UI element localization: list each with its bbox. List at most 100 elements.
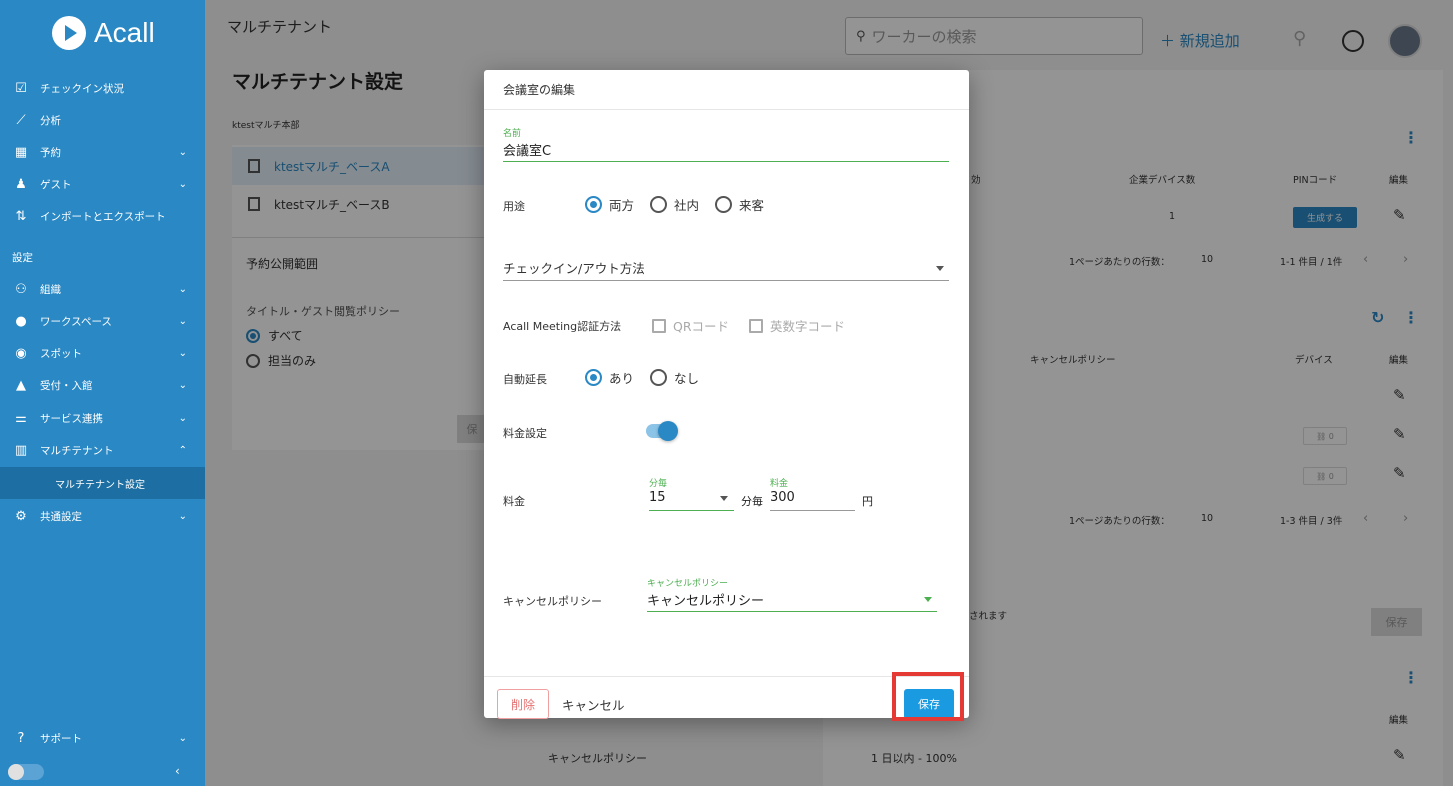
radio-icon [715,196,732,213]
chevron-down-icon: ⌄ [178,732,187,744]
acall-logo[interactable]: Acall [52,16,155,50]
cancel-policy-row-label: キャンセルポリシー [503,595,602,608]
sidebar-item-label: 受付・入館 [40,379,93,392]
sidebar-item-label: ワークスペース [40,315,112,328]
save-button-highlight [892,672,964,721]
checkbox-label: QRコード [673,319,730,334]
auto-extend-radio-no[interactable]: なし [650,368,699,387]
name-input-underline [503,161,949,162]
chevron-down-icon: ⌄ [178,315,187,327]
radio-label: 社内 [674,198,700,213]
sidebar-item-guest[interactable]: ♟ ゲスト ⌄ [0,169,205,199]
checkbox-icon: ☑ [15,80,27,96]
auth-checkbox-qr[interactable]: QRコード [652,316,729,335]
sidebar-item-label: サービス連携 [40,412,103,425]
sidebar-item-common-settings[interactable]: ⚙ 共通設定 ⌄ [0,501,205,531]
checkbox-icon [652,318,666,333]
dropdown-caret-icon [720,496,728,501]
sidebar-item-label: チェックイン状況 [40,82,124,95]
dialog-title: 会議室の編集 [484,70,969,110]
radio-icon [650,196,667,213]
people-icon: ⚇ [15,281,27,297]
checkin-method-select[interactable]: チェックイン/アウト方法 [503,258,645,277]
usage-radio-both[interactable]: 両方 [585,195,634,214]
spot-icon: ◉ [15,345,27,361]
per-minute-suffix: 分毎 [741,495,763,508]
chevron-up-icon: ⌃ [178,444,187,456]
gears-icon: ⚙ [15,508,27,524]
sidebar-item-label: マルチテナント [40,444,114,457]
calendar-icon: ▦ [14,144,28,160]
play-logo-icon [52,16,86,50]
name-field-label: 名前 [503,129,522,139]
cancel-policy-underline [647,611,937,612]
radio-label: なし [674,371,700,386]
radio-selected-icon [585,196,602,213]
name-input[interactable]: 会議室C [503,140,551,159]
fee-setting-toggle[interactable] [646,421,678,441]
sidebar: Acall ☑ チェックイン状況 ⟋ 分析 ▦ 予約 ⌄ ♟ ゲスト ⌄ ⇅ インポートとエク… [0,0,205,786]
sidebar-item-label: 予約 [40,146,61,159]
per-minute-underline [649,510,734,511]
auth-method-label: Acall Meeting認証方法 [503,320,622,333]
per-minute-select[interactable]: 15 [649,490,666,505]
sidebar-item-import-export[interactable]: ⇅ インポートとエクスポート [0,201,205,231]
dropdown-caret-icon [936,266,944,271]
sidebar-item-reception[interactable]: ▲ 受付・入館 ⌄ [0,370,205,400]
sidebar-item-multitenant[interactable]: ▥ マルチテナント ⌃ [0,435,205,465]
usage-radio-internal[interactable]: 社内 [650,195,699,214]
cancel-policy-select[interactable]: キャンセルポリシー [647,590,764,609]
chevron-down-icon: ⌄ [178,283,187,295]
sidebar-subitem-multitenant-settings[interactable]: マルチテナント設定 [0,467,205,499]
radio-icon [650,369,667,386]
chevron-down-icon: ⌄ [178,379,187,391]
radio-label: あり [609,371,635,386]
logo-text: Acall [94,17,155,48]
sidebar-item-analysis[interactable]: ⟋ 分析 [0,105,205,135]
help-icon: ? [17,730,25,746]
sidebar-item-reservation[interactable]: ▦ 予約 ⌄ [0,137,205,167]
sidebar-item-label: 組織 [40,283,61,296]
settings-section-label: 設定 [12,252,33,264]
usage-radio-visitor[interactable]: 来客 [715,195,764,214]
fee-small-label: 料金 [770,479,789,489]
checkbox-label: 英数字コード [770,319,846,334]
chevron-down-icon: ⌄ [178,178,187,190]
collapse-sidebar-icon[interactable]: ‹ [175,764,180,778]
auto-extend-radio-yes[interactable]: あり [585,368,634,387]
import-export-icon: ⇅ [15,208,27,224]
dropdown-caret-icon [924,597,932,602]
fee-label: 料金 [503,495,525,508]
yen-suffix: 円 [862,495,873,508]
guest-icon: ♟ [15,176,27,192]
toggle-knob [658,421,678,441]
chevron-down-icon: ⌄ [178,412,187,424]
auto-extend-label: 自動延長 [503,373,547,386]
sidebar-item-label: インポートとエクスポート [40,210,166,223]
chevron-down-icon: ⌄ [178,347,187,359]
sidebar-item-checkin-status[interactable]: ☑ チェックイン状況 [0,73,205,103]
sidebar-item-organization[interactable]: ⚇ 組織 ⌄ [0,274,205,304]
sidebar-item-support[interactable]: ? サポート ⌄ [0,723,205,753]
theme-toggle[interactable] [8,764,44,780]
fee-input-underline [770,510,855,511]
chart-icon: ⟋ [16,112,26,128]
checkin-method-underline [503,280,949,281]
fee-setting-label: 料金設定 [503,427,547,440]
chevron-down-icon: ⌄ [178,510,187,522]
cancel-button[interactable]: キャンセル [562,695,625,714]
fee-input[interactable]: 300 [770,490,795,505]
sidebar-item-integration[interactable]: ⚌ サービス連携 ⌄ [0,403,205,433]
sidebar-item-label: スポット [40,347,82,360]
chevron-down-icon: ⌄ [178,146,187,158]
sidebar-item-workspace[interactable]: ● ワークスペース ⌄ [0,306,205,336]
building-icon: ▥ [14,442,28,458]
checkbox-icon [749,318,763,333]
sidebar-item-spot[interactable]: ◉ スポット ⌄ [0,338,205,368]
usage-label: 用途 [503,200,525,213]
radio-selected-icon [585,369,602,386]
auth-checkbox-alnum[interactable]: 英数字コード [749,316,845,335]
sidebar-item-label: 共通設定 [40,510,82,523]
location-icon: ● [15,313,27,329]
delete-button[interactable]: 削除 [497,689,549,719]
